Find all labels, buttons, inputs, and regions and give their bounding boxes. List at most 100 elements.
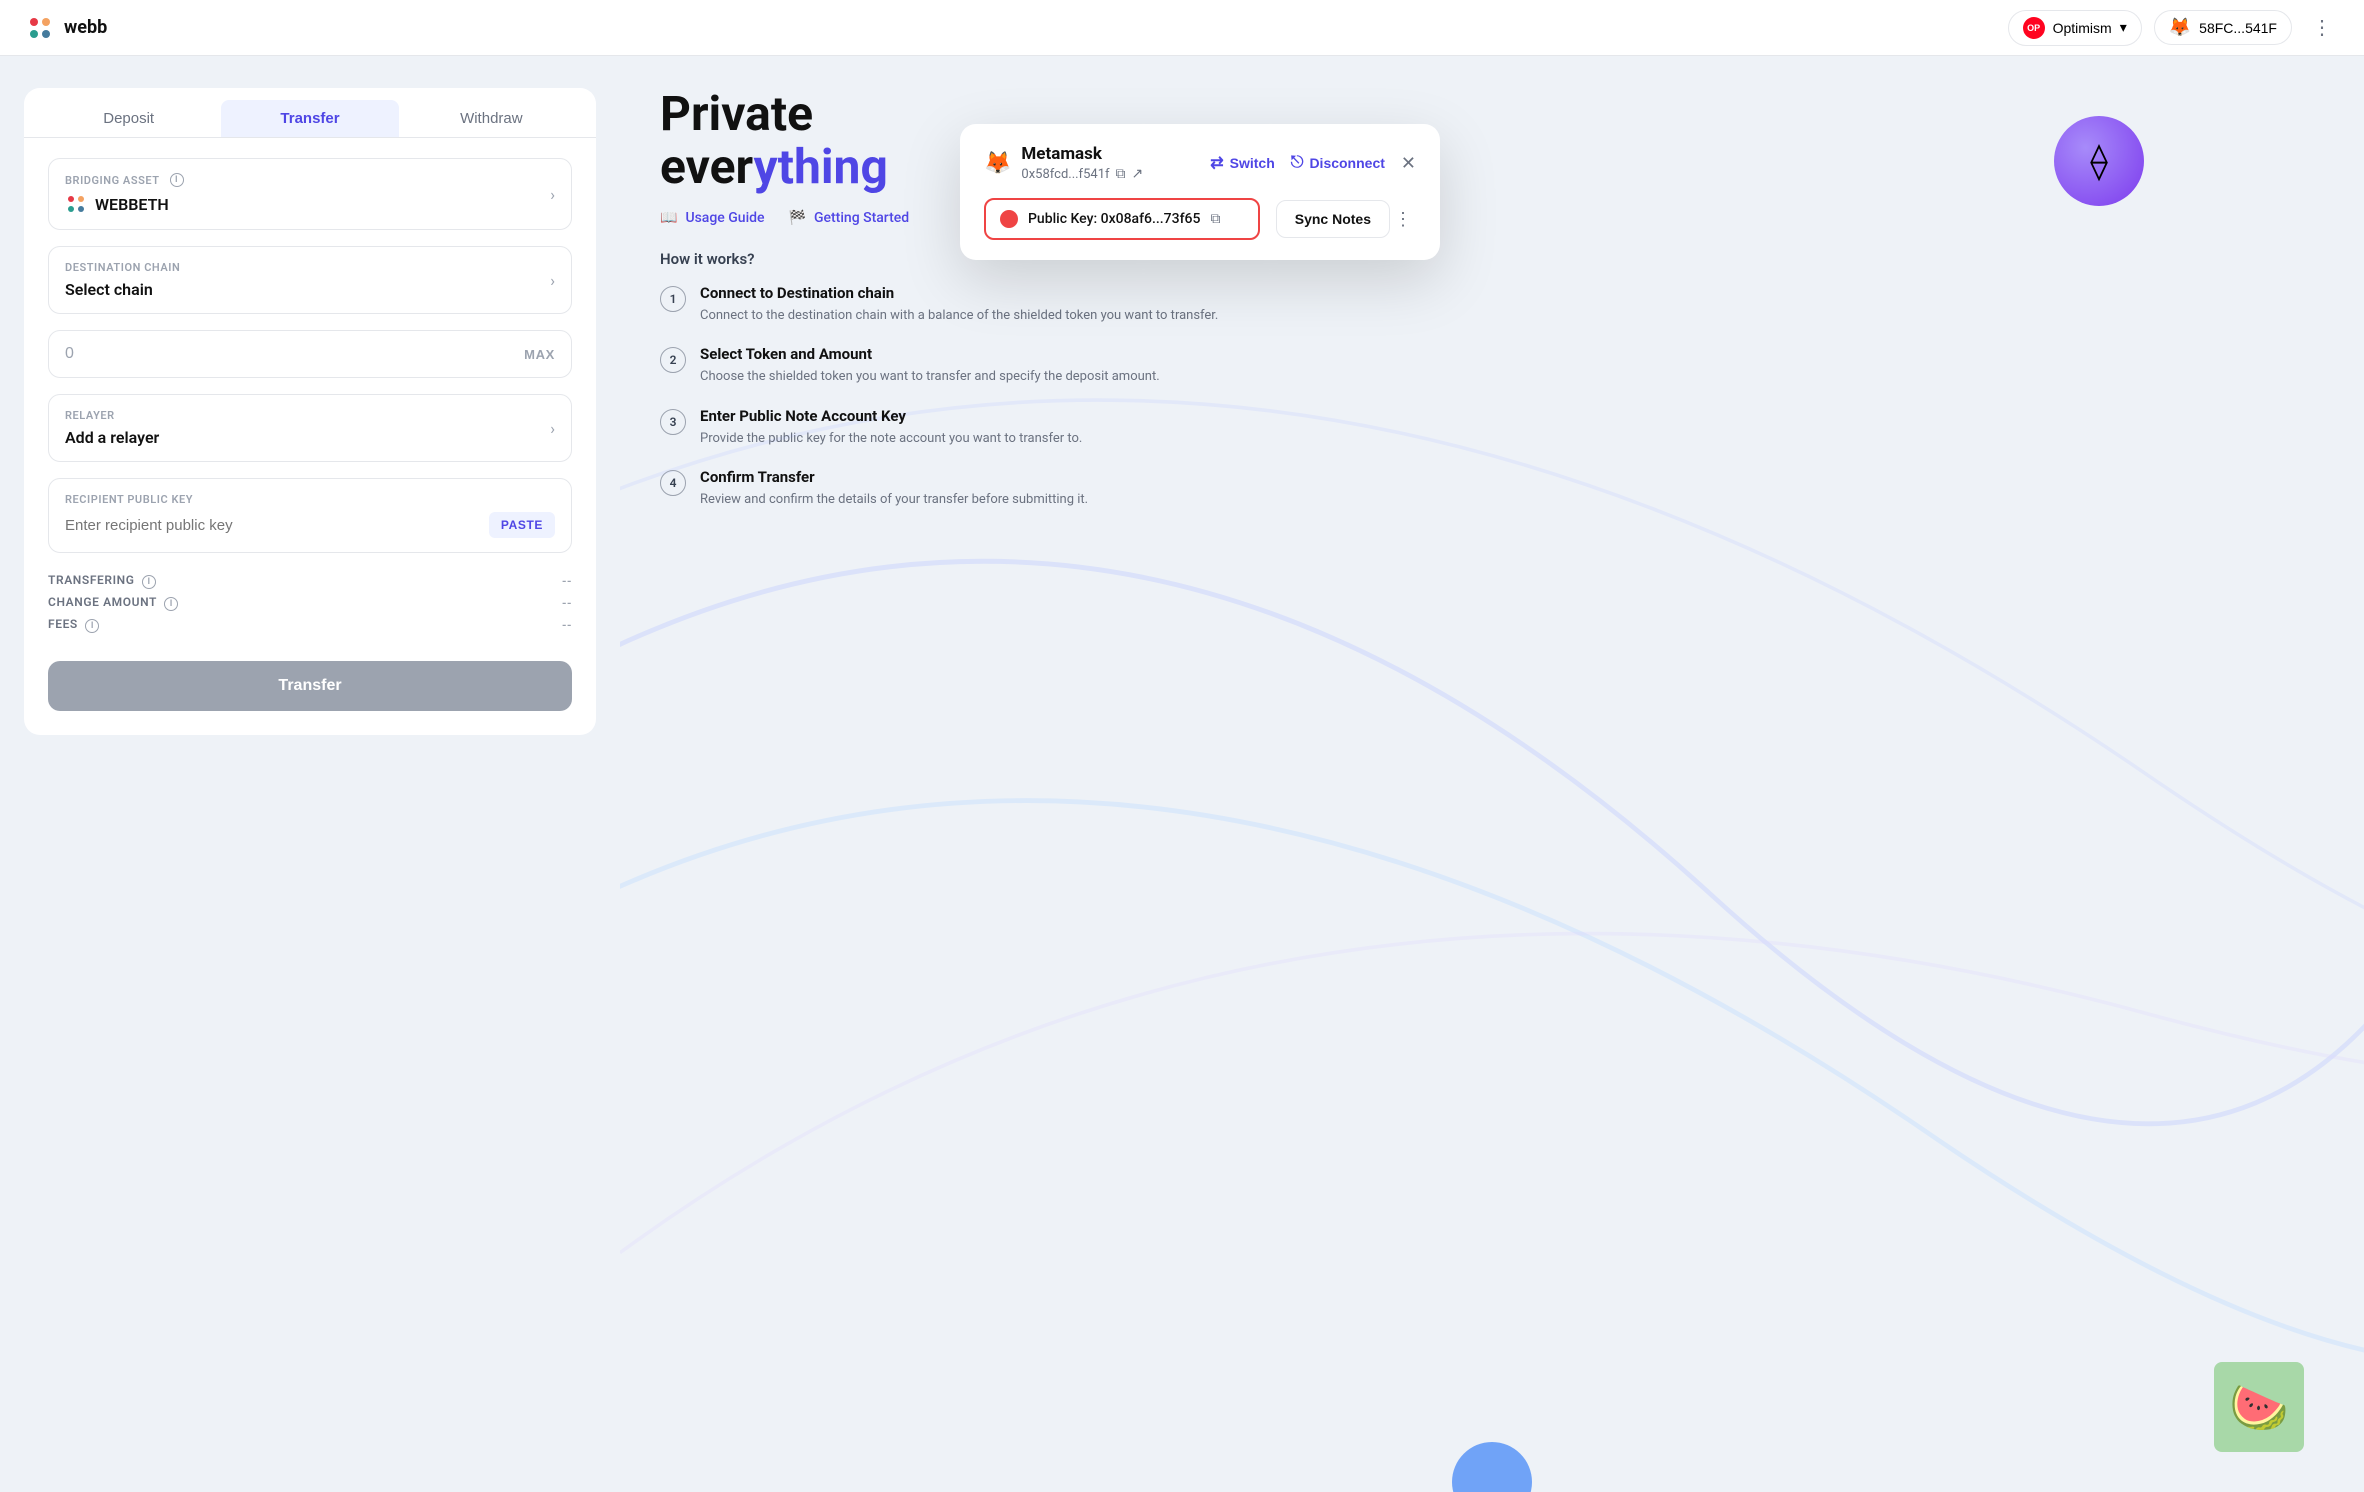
red-dot-icon (1000, 210, 1018, 228)
chain-name: Optimism (2053, 20, 2112, 36)
info-icon-3: i (164, 597, 178, 611)
how-it-works-title: How it works? (660, 250, 2324, 268)
switch-icon: ⇄ (1210, 153, 1223, 173)
info-rows: TRANSFERING i -- CHANGE AMOUNT i -- (48, 569, 572, 637)
sync-notes-button[interactable]: Sync Notes (1276, 200, 1390, 238)
change-amount-label: CHANGE AMOUNT i (48, 595, 178, 611)
bridging-asset-label: BRIDGING ASSET i (65, 173, 184, 187)
fees-value: -- (562, 618, 572, 632)
fees-label: FEES i (48, 617, 99, 633)
webbeth-icon (65, 193, 87, 215)
copy-address-icon[interactable]: ⧉ (1116, 166, 1126, 182)
step-desc-2: Choose the shielded token you want to tr… (700, 367, 1160, 387)
disconnect-button[interactable]: ⎋ Disconnect (1291, 154, 1385, 172)
destination-chain-value: Select chain (65, 280, 180, 299)
step-num-2: 2 (660, 347, 686, 373)
destination-chain-section[interactable]: DESTINATION CHAIN Select chain › (48, 246, 572, 314)
step-content-2: Select Token and Amount Choose the shiel… (700, 345, 1160, 387)
wallet-button[interactable]: 🦊 58FC...541F (2154, 10, 2292, 45)
more-menu-button[interactable]: ⋮ (2304, 11, 2340, 44)
close-popup-button[interactable]: ✕ (1401, 153, 1416, 174)
metamask-popup: 🦊 Metamask 0x58fcd...f541f ⧉ ↗ ⇄ Switch (960, 124, 1440, 260)
page-title: Private everything (660, 88, 2324, 194)
step-title-1: Connect to Destination chain (700, 284, 1218, 302)
step-1: 1 Connect to Destination chain Connect t… (660, 284, 2324, 326)
transfer-button[interactable]: Transfer (48, 661, 572, 711)
nft-character: 🍉 (2214, 1362, 2304, 1452)
logo: webb (24, 12, 107, 44)
metamask-address: 0x58fcd...f541f ⧉ ↗ (1021, 166, 1143, 182)
chevron-down-icon: ▾ (2120, 19, 2127, 36)
webb-logo-icon (24, 12, 56, 44)
usage-guide-link[interactable]: 📖 Usage Guide (660, 210, 765, 226)
amount-input[interactable] (65, 345, 524, 363)
change-amount-value: -- (562, 596, 572, 610)
recipient-section: RECIPIENT PUBLIC KEY PASTE (48, 478, 572, 553)
nav-right: OP Optimism ▾ 🦊 58FC...541F ⋮ (2008, 10, 2340, 46)
recipient-input[interactable] (65, 517, 489, 534)
step-2: 2 Select Token and Amount Choose the shi… (660, 345, 2324, 387)
step-title-3: Enter Public Note Account Key (700, 407, 1082, 425)
tab-withdraw[interactable]: Withdraw (403, 100, 580, 137)
metamask-title: Metamask (1021, 144, 1143, 164)
topnav: webb OP Optimism ▾ 🦊 58FC...541F ⋮ (0, 0, 2364, 56)
bridging-asset-value: WEBBETH (65, 193, 184, 215)
tab-transfer[interactable]: Transfer (221, 100, 398, 137)
change-amount-row: CHANGE AMOUNT i -- (48, 595, 572, 611)
form-card: Deposit Transfer Withdraw BRIDGING ASSET… (24, 88, 596, 735)
form-body: BRIDGING ASSET i WEBBETH (24, 138, 596, 735)
destination-chain-label: DESTINATION CHAIN (65, 261, 180, 274)
transferring-row: TRANSFERING i -- (48, 573, 572, 589)
max-button[interactable]: MAX (524, 347, 555, 362)
wallet-address: 58FC...541F (2199, 20, 2277, 36)
popup-title-block: Metamask 0x58fcd...f541f ⧉ ↗ (1021, 144, 1143, 182)
disconnect-icon: ⎋ (1291, 154, 1304, 172)
chevron-right-icon-2: › (550, 271, 555, 290)
chevron-right-icon-3: › (550, 419, 555, 438)
steps-list: 1 Connect to Destination chain Connect t… (660, 284, 2324, 510)
info-icon-4: i (85, 619, 99, 633)
metamask-fox-icon: 🦊 (984, 151, 1011, 176)
step-desc-4: Review and confirm the details of your t… (700, 490, 1088, 510)
paste-button[interactable]: PASTE (489, 512, 555, 538)
step-title-2: Select Token and Amount (700, 345, 1160, 363)
getting-started-link[interactable]: 🏁 Getting Started (789, 210, 910, 226)
copy-pubkey-icon[interactable]: ⧉ (1210, 211, 1220, 227)
info-icon: i (170, 173, 184, 187)
chain-button[interactable]: OP Optimism ▾ (2008, 10, 2142, 46)
step-desc-1: Connect to the destination chain with a … (700, 306, 1218, 326)
transferring-label: TRANSFERING i (48, 573, 156, 589)
relayer-value: Add a relayer (65, 428, 159, 447)
public-key-label: Public Key: 0x08af6...73f65 (1028, 211, 1200, 227)
book-icon: 📖 (660, 210, 677, 226)
pubkey-row: Public Key: 0x08af6...73f65 ⧉ Sync Notes… (984, 198, 1416, 240)
guide-links: 📖 Usage Guide 🏁 Getting Started (660, 210, 2324, 226)
step-4: 4 Confirm Transfer Review and confirm th… (660, 468, 2324, 510)
step-num-4: 4 (660, 470, 686, 496)
relayer-section[interactable]: RELAYER Add a relayer › (48, 394, 572, 462)
info-icon-2: i (142, 575, 156, 589)
right-panel: ⟠ 🍉 Private everything 📖 Usage Guide 🏁 G… (620, 56, 2364, 1492)
flag-icon: 🏁 (789, 210, 806, 226)
amount-row: MAX (48, 330, 572, 378)
step-num-1: 1 (660, 286, 686, 312)
bridging-asset-section[interactable]: BRIDGING ASSET i WEBBETH (48, 158, 572, 230)
main-layout: Deposit Transfer Withdraw BRIDGING ASSET… (0, 56, 2364, 1492)
step-title-4: Confirm Transfer (700, 468, 1088, 486)
popup-header: 🦊 Metamask 0x58fcd...f541f ⧉ ↗ ⇄ Switch (984, 144, 1416, 182)
public-key-box: Public Key: 0x08af6...73f65 ⧉ (984, 198, 1260, 240)
step-desc-3: Provide the public key for the note acco… (700, 429, 1082, 449)
external-link-icon[interactable]: ↗ (1132, 166, 1144, 182)
popup-title-row: 🦊 Metamask 0x58fcd...f541f ⧉ ↗ (984, 144, 1143, 182)
tab-deposit[interactable]: Deposit (40, 100, 217, 137)
recipient-label: RECIPIENT PUBLIC KEY (65, 493, 555, 506)
app-name: webb (64, 17, 107, 38)
tabs: Deposit Transfer Withdraw (24, 88, 596, 138)
step-3: 3 Enter Public Note Account Key Provide … (660, 407, 2324, 449)
step-num-3: 3 (660, 409, 686, 435)
switch-button[interactable]: ⇄ Switch (1210, 153, 1275, 173)
chevron-right-icon: › (550, 185, 555, 204)
popup-actions: ⇄ Switch ⎋ Disconnect ✕ (1210, 153, 1416, 174)
relayer-label: RELAYER (65, 409, 159, 422)
three-dots-button[interactable]: ⋮ (1390, 209, 1416, 230)
